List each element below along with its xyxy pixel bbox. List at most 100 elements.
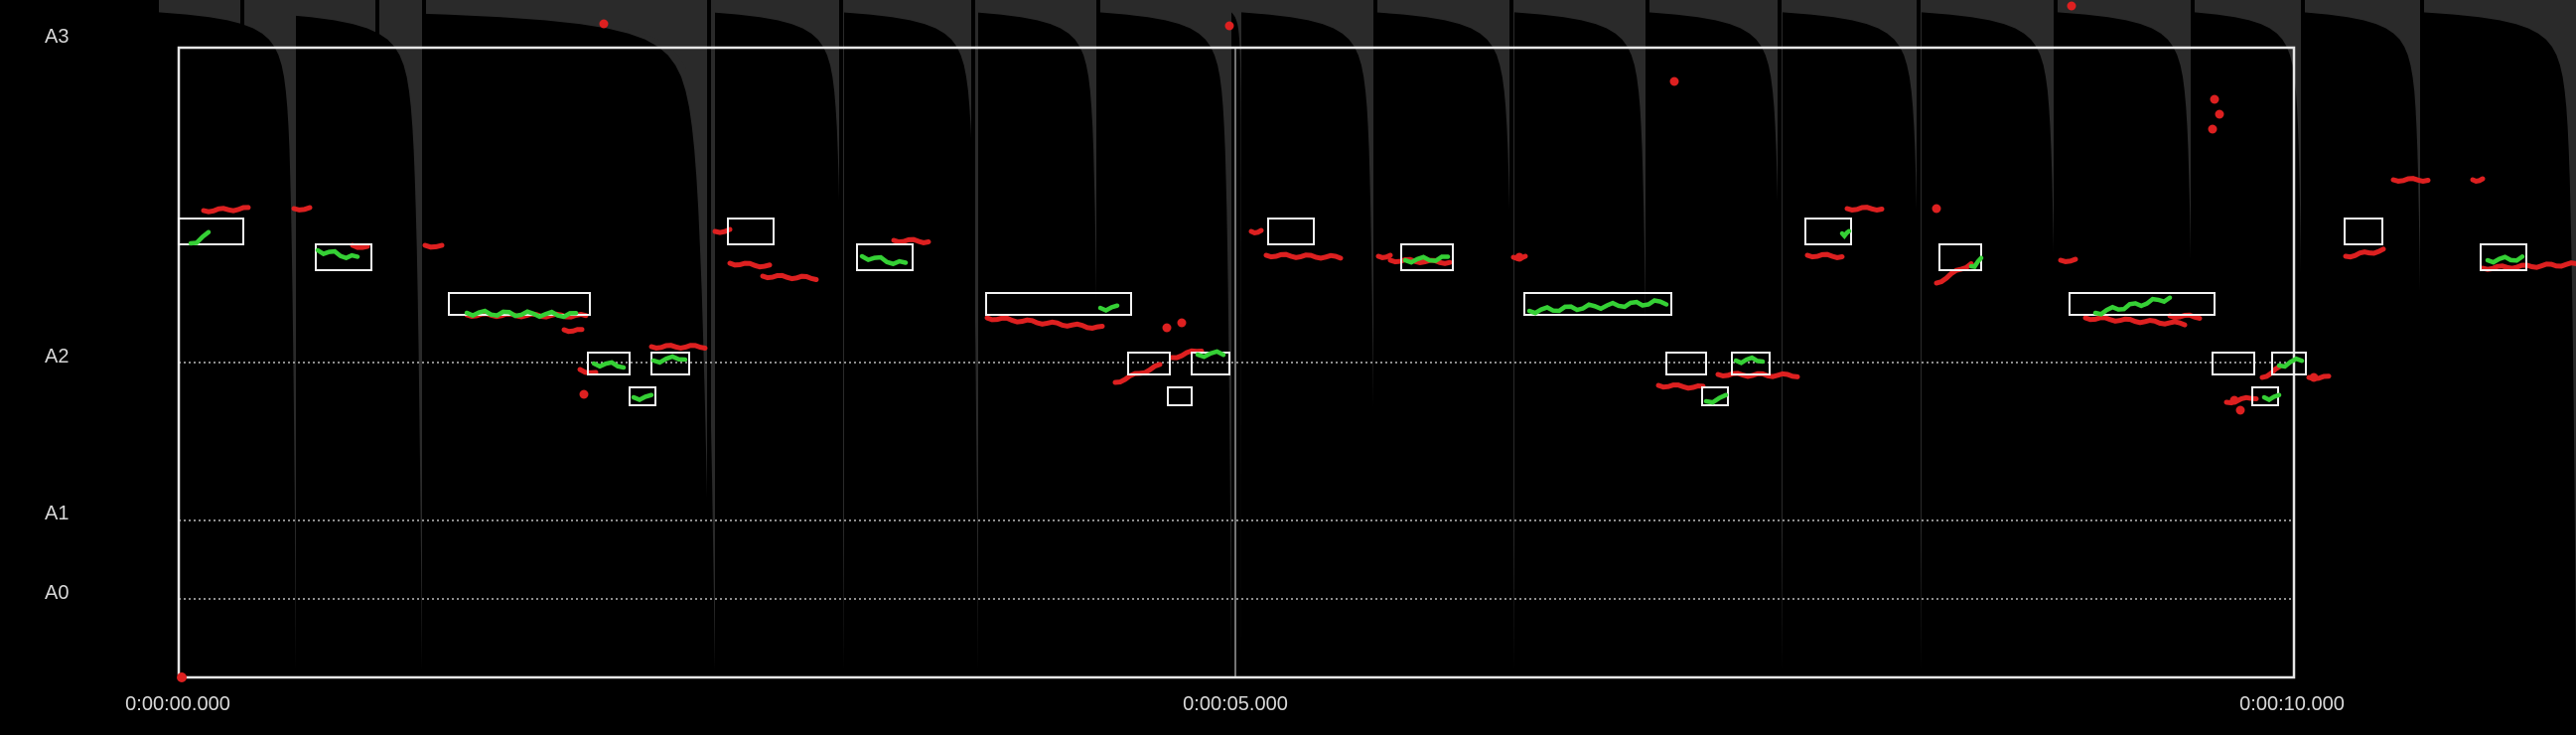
pitch-editor-view[interactable]: A3 A2 A1 A0 0:00:00.000 0:00:05.000 0:00… <box>0 0 2576 735</box>
off-pitch-segment <box>2082 315 2188 328</box>
note-box <box>2212 352 2255 375</box>
note-box <box>727 218 775 245</box>
in-tune-segment <box>859 253 909 267</box>
waveform-segment <box>1241 0 1375 671</box>
note-box <box>1665 352 1707 375</box>
in-tune-segment <box>2485 254 2525 265</box>
off-pitch-segment <box>422 242 445 250</box>
onset-gap <box>707 0 711 675</box>
onset-gap <box>2054 0 2058 675</box>
origin-marker <box>177 672 187 682</box>
onset-gap <box>1917 0 1921 675</box>
onset-gap <box>1778 0 1782 675</box>
off-pitch-point <box>599 19 609 29</box>
off-pitch-point <box>1177 318 1187 328</box>
off-pitch-point <box>2229 395 2239 405</box>
waveform-segment <box>1231 0 1241 671</box>
onset-gap <box>2301 0 2305 675</box>
off-pitch-point <box>1932 204 1941 214</box>
off-pitch-point <box>1514 252 1524 262</box>
off-pitch-segment <box>727 260 773 270</box>
in-tune-segment <box>631 392 654 402</box>
note-box <box>1804 218 1852 245</box>
off-pitch-point <box>2208 124 2218 134</box>
waveform-segment <box>842 0 978 671</box>
onset-gap <box>839 0 843 675</box>
off-pitch-segment <box>1375 252 1393 260</box>
off-pitch-segment <box>1933 261 1974 286</box>
off-pitch-point <box>1669 76 1679 86</box>
off-pitch-segment <box>291 205 313 213</box>
off-pitch-point <box>2210 94 2219 104</box>
waveform-segment <box>975 0 1099 671</box>
pitch-grid-lines <box>179 48 2294 677</box>
note-box <box>2344 218 2383 245</box>
note-box <box>1267 218 1315 245</box>
off-pitch-point <box>579 389 589 399</box>
waveform-segment <box>1375 0 1514 671</box>
off-pitch-segment <box>1655 382 1706 391</box>
waveform-segment <box>1922 0 2058 671</box>
onset-gap <box>971 0 975 675</box>
in-tune-segment <box>188 229 212 246</box>
pitch-label-a2: A2 <box>45 346 70 368</box>
off-pitch-point <box>1162 323 1172 333</box>
off-pitch-segment <box>2390 176 2431 185</box>
in-tune-segment <box>650 354 688 366</box>
note-box <box>178 218 244 245</box>
waveform-segment <box>425 0 715 671</box>
waveform-segment <box>1514 0 1648 671</box>
off-pitch-segment <box>1112 362 1163 385</box>
off-pitch-segment <box>648 343 708 352</box>
waveform-segment <box>1648 0 1783 671</box>
off-pitch-segment <box>760 272 819 282</box>
off-pitch-segment <box>891 236 931 245</box>
in-tune-segment <box>315 247 360 261</box>
waveform-segment <box>246 0 422 671</box>
off-pitch-segment <box>1804 251 1845 260</box>
off-pitch-segment <box>2470 176 2486 184</box>
in-tune-segment <box>1839 228 1852 239</box>
off-pitch-point <box>2215 109 2224 119</box>
pitch-label-a0: A0 <box>45 582 70 604</box>
onset-gap <box>2420 0 2424 675</box>
onset-gap <box>1373 0 1377 675</box>
waveform-segment <box>1099 0 1231 671</box>
piano-roll-canvas[interactable] <box>0 0 2576 735</box>
off-pitch-point <box>2067 1 2076 11</box>
time-label-10s: 0:00:10.000 <box>2239 693 2345 715</box>
pitch-label-a3: A3 <box>45 26 70 48</box>
off-pitch-segment <box>2480 260 2576 272</box>
note-box <box>985 292 1132 316</box>
onset-gap <box>1096 0 1100 675</box>
in-tune-segment <box>591 360 627 370</box>
off-pitch-point <box>2235 405 2245 415</box>
onset-gap <box>1509 0 1513 675</box>
onset-gap <box>2191 0 2195 675</box>
off-pitch-segment <box>350 242 370 250</box>
onset-gap <box>422 0 426 675</box>
time-label-5s: 0:00:05.000 <box>1183 693 1288 715</box>
onset-gap <box>375 0 379 675</box>
onset-gap <box>1646 0 1649 675</box>
off-pitch-segment <box>2343 246 2386 260</box>
off-pitch-point <box>1224 21 1234 31</box>
time-label-start: 0:00:00.000 <box>125 693 230 715</box>
waveform-segment <box>2423 0 2576 671</box>
in-tune-segment <box>1703 392 1729 405</box>
in-tune-segment <box>2092 295 2173 317</box>
onset-gap <box>154 0 158 675</box>
waveform-segment <box>2058 0 2195 671</box>
off-pitch-point <box>2309 372 2319 382</box>
pitch-label-a1: A1 <box>45 503 70 524</box>
waveform-segment <box>2304 0 2423 671</box>
off-pitch-segment <box>1844 205 1885 214</box>
in-tune-segment <box>1097 303 1120 314</box>
off-pitch-segment <box>561 327 585 335</box>
off-pitch-segment <box>1248 227 1264 235</box>
waveform-segment <box>711 0 844 671</box>
off-pitch-segment <box>984 315 1105 331</box>
in-tune-segment <box>2261 392 2282 403</box>
note-box <box>1167 386 1193 406</box>
off-pitch-segment <box>2058 256 2078 264</box>
